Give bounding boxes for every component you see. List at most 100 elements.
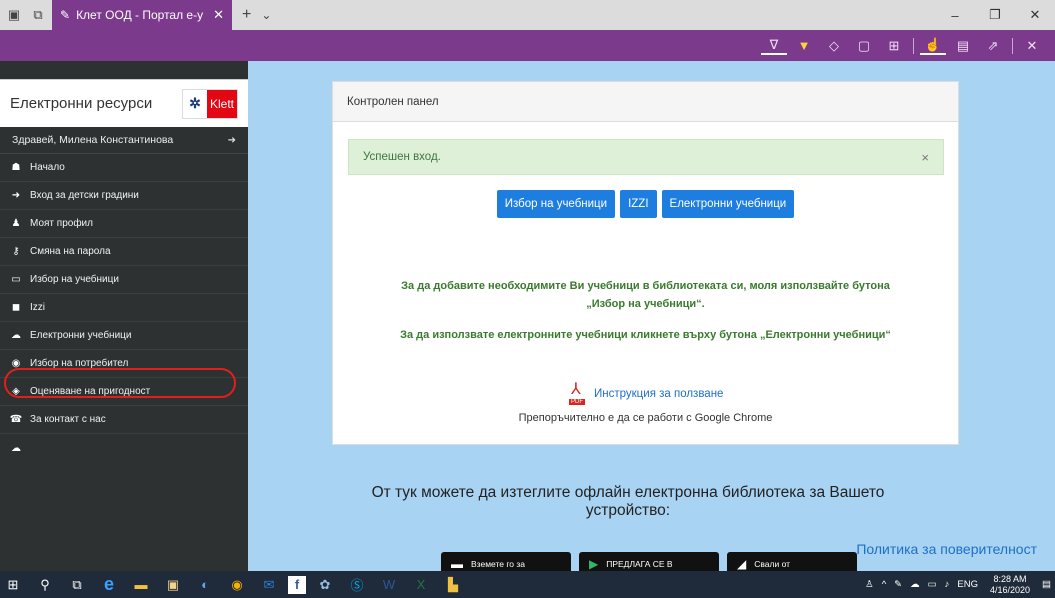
alert-close-icon[interactable]: ×: [921, 150, 929, 165]
user-greeting: Здравей, Милена Константинова ➜: [0, 127, 248, 154]
tab-close-icon[interactable]: ✕: [213, 7, 224, 23]
tab-favicon-icon: ✎: [60, 8, 71, 22]
outlook-icon[interactable]: ✉: [256, 571, 282, 598]
pdf-icon: ⅄ PDF: [569, 381, 585, 405]
microsoft-store-badge[interactable]: ▬ Вземете го за: [441, 552, 571, 571]
choose-textbooks-button[interactable]: Избор на учебници: [496, 190, 616, 218]
language-indicator[interactable]: ENG: [957, 579, 978, 590]
klett-logo-name: Klett: [206, 89, 237, 118]
privacy-policy-link[interactable]: Политика за поверителност: [856, 541, 1037, 557]
electronic-textbooks-button[interactable]: Електронни учебници: [661, 190, 795, 218]
sidebar-item-izzi[interactable]: ◼ Izzi: [0, 294, 248, 322]
windows-logo-icon: ▬: [451, 557, 463, 571]
sidebar-top-strip: [0, 61, 248, 79]
toolbar-divider: [1012, 37, 1013, 54]
sidebar-item-label: Електронни учебници: [30, 330, 132, 341]
clock-date: 4/16/2020: [989, 584, 1031, 595]
excel-icon[interactable]: X: [408, 571, 434, 598]
maximize-icon[interactable]: ❐: [975, 0, 1015, 30]
search-icon[interactable]: ⚲: [32, 571, 58, 598]
main-content: Контролен панел Успешен вход. × Избор на…: [248, 61, 1055, 571]
control-panel: Контролен панел Успешен вход. × Избор на…: [332, 81, 959, 445]
sidebar-item-cloud[interactable]: ☁: [0, 434, 248, 462]
pen-icon[interactable]: ✎: [894, 579, 902, 590]
microsoft-store-label: Вземете го за: [471, 559, 526, 569]
browser-recommendation: Препоръчително е да се работи с Google C…: [518, 412, 773, 424]
app-store-badge[interactable]: ◢ Свали от: [727, 552, 857, 571]
google-play-icon: ▶: [589, 557, 599, 571]
clip-icon[interactable]: ⊞: [881, 38, 907, 54]
success-alert: Успешен вход. ×: [348, 139, 944, 175]
book-icon: ◼: [11, 302, 21, 313]
touch-writing-icon[interactable]: ☝: [920, 37, 946, 55]
new-tab-icon[interactable]: +: [242, 6, 251, 24]
action-buttons: Избор на учебници IZZI Електронни учебни…: [333, 190, 958, 218]
windows-taskbar: ⊞ ⚲ ⧉ e ▬ ▣ ◐ ◉ ✉ f ✿ Ⓢ W X ▙ ♙ ^ ✎ ☁ ▭ …: [0, 571, 1055, 598]
key-icon: ⚷: [12, 246, 20, 257]
tab-preview-icon[interactable]: ▣: [4, 5, 24, 25]
logout-icon[interactable]: ➜: [228, 135, 236, 146]
window-icon: ▭: [11, 274, 21, 285]
notifications-icon[interactable]: ▤: [1042, 579, 1051, 590]
set-aside-tabs-icon[interactable]: ⧉: [28, 5, 48, 25]
app-icon[interactable]: ▙: [440, 571, 466, 598]
brand-title: Електронни ресурси: [10, 95, 153, 112]
exit-ink-icon[interactable]: ✕: [1019, 38, 1045, 54]
browser-tab[interactable]: ✎ Клет ООД - Портал е-у ✕: [52, 0, 232, 30]
app-store-icon: ◢: [737, 557, 747, 571]
app-store-label: Свали от: [754, 559, 791, 569]
klett-logo-mark: ✲: [182, 89, 207, 118]
google-play-badge[interactable]: ▶ ПРЕДЛАГА СЕ В: [579, 552, 719, 571]
chrome-icon[interactable]: ◉: [224, 571, 250, 598]
klett-logo[interactable]: ✲ Klett: [181, 88, 238, 119]
red-highlight-annotation: [4, 368, 236, 398]
app-icon[interactable]: ◐: [192, 571, 218, 598]
share-icon[interactable]: ⇗: [980, 38, 1006, 54]
facebook-icon[interactable]: f: [288, 575, 306, 594]
onedrive-icon[interactable]: ☁: [910, 579, 920, 590]
izzi-button[interactable]: IZZI: [620, 190, 657, 218]
clock[interactable]: 8:28 AM 4/16/2020: [990, 574, 1030, 596]
save-icon[interactable]: ▤: [950, 38, 976, 54]
store-icon[interactable]: ▣: [160, 571, 186, 598]
sidebar-item-kindergarten-login[interactable]: ➜ Вход за детски градини: [0, 182, 248, 210]
sidebar-item-change-password[interactable]: ⚷ Смяна на парола: [0, 238, 248, 266]
sidebar: Електронни ресурси ✲ Klett Здравей, Миле…: [0, 61, 248, 571]
sidebar-item-contact[interactable]: ☎ За контакт с нас: [0, 406, 248, 434]
offline-line-1: От тук можете да изтеглите офлайн електр…: [371, 484, 885, 501]
skype-icon[interactable]: Ⓢ: [344, 571, 370, 598]
sidebar-item-my-profile[interactable]: ♟ Моят профил: [0, 210, 248, 238]
battery-icon[interactable]: ▭: [928, 579, 937, 590]
add-note-icon[interactable]: ▢: [851, 38, 877, 54]
ballpoint-pen-icon[interactable]: ∇: [761, 37, 787, 55]
people-icon[interactable]: ♙: [865, 579, 874, 590]
cloud-icon: ☁: [11, 330, 21, 341]
window-close-icon[interactable]: ✕: [1015, 0, 1055, 30]
sidebar-item-electronic-textbooks[interactable]: ☁ Електронни учебници: [0, 322, 248, 350]
browser-tab-bar: ▣ ⧉ ✎ Клет ООД - Портал е-у ✕ + ⌄ – ❐ ✕: [0, 0, 1055, 30]
ink-toolbar: ∇ ▼ ◇ ▢ ⊞ ☝ ▤ ⇗ ✕: [0, 30, 1055, 61]
clock-time: 8:28 AM: [993, 573, 1027, 584]
tab-list-chevron-icon[interactable]: ⌄: [261, 8, 271, 22]
show-hidden-icons-icon[interactable]: ^: [882, 579, 886, 590]
toolbar-divider: [913, 37, 914, 54]
eraser-icon[interactable]: ◇: [821, 38, 847, 54]
highlighter-icon[interactable]: ▼: [791, 38, 817, 53]
sidebar-item-label: Начало: [30, 162, 65, 173]
file-explorer-icon[interactable]: ▬: [128, 571, 154, 598]
alert-text: Успешен вход.: [363, 151, 441, 163]
pdf-badge: PDF: [569, 399, 585, 405]
tab-title: Клет ООД - Портал е-у: [76, 8, 204, 22]
task-view-icon[interactable]: ⧉: [64, 571, 90, 598]
sidebar-item-choose-textbooks[interactable]: ▭ Избор на учебници: [0, 266, 248, 294]
sidebar-item-label: За контакт с нас: [30, 414, 106, 425]
word-icon[interactable]: W: [376, 571, 402, 598]
sidebar-item-home[interactable]: ☗ Начало: [0, 154, 248, 182]
minimize-icon[interactable]: –: [935, 0, 975, 30]
start-icon[interactable]: ⊞: [0, 571, 26, 598]
volume-icon[interactable]: ♪: [945, 579, 950, 590]
edge-icon[interactable]: e: [96, 571, 122, 598]
app-icon[interactable]: ✿: [312, 571, 338, 598]
instructions-link[interactable]: Инструкция за ползване: [594, 388, 723, 400]
sidebar-item-label: Смяна на парола: [30, 246, 111, 257]
